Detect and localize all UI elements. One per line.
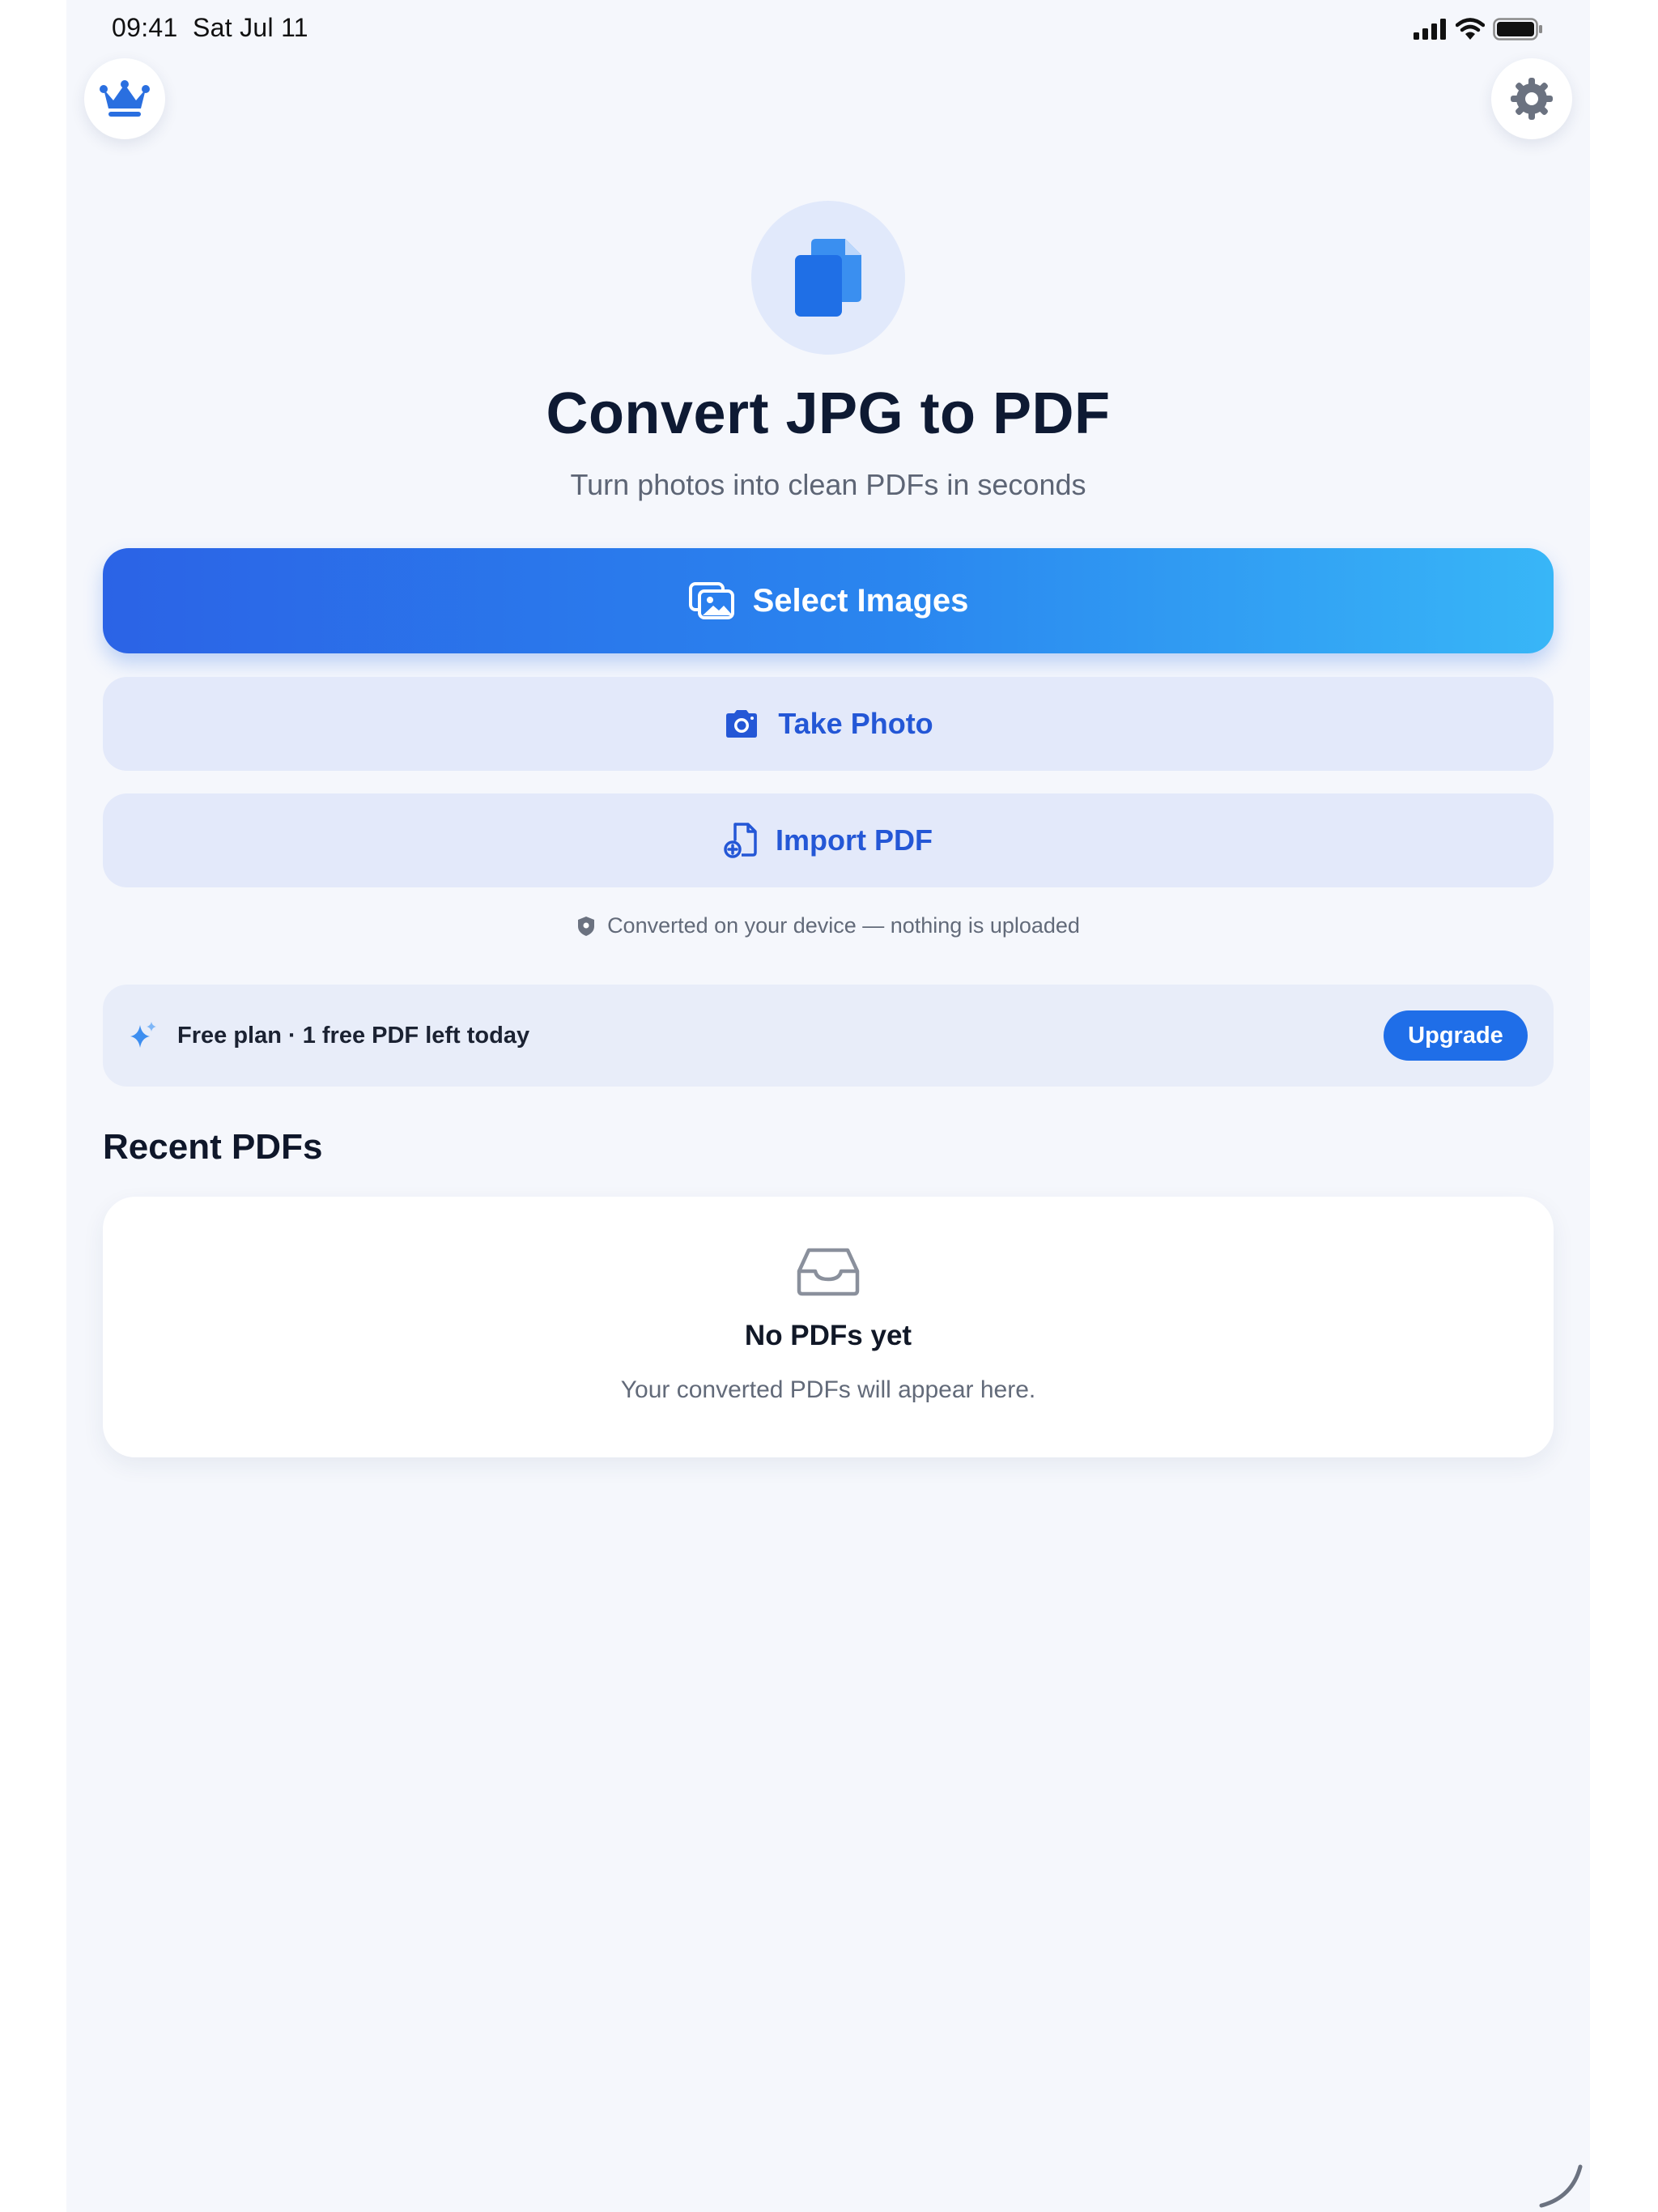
privacy-text: Converted on your device — nothing is up…	[607, 913, 1080, 938]
privacy-note: Converted on your device — nothing is up…	[66, 913, 1590, 938]
status-time: 09:41	[112, 13, 178, 42]
plan-text: Free plan · 1 free PDF left today	[177, 1022, 530, 1049]
plan-banner: Free plan · 1 free PDF left today Upgrad…	[103, 985, 1554, 1087]
import-pdf-button[interactable]: Import PDF	[103, 793, 1554, 887]
status-date: Sat Jul 11	[192, 13, 308, 42]
select-images-label: Select Images	[752, 582, 969, 619]
app-screen: 09:41 Sat Jul 11 Convert JPG to PDF Turn…	[66, 0, 1590, 2212]
sparkles-icon	[130, 1022, 156, 1048]
photos-icon	[688, 582, 734, 619]
documents-icon	[795, 239, 861, 317]
wifi-icon	[1456, 18, 1485, 40]
settings-button[interactable]	[1491, 58, 1572, 139]
hero-icon-circle	[751, 201, 905, 355]
recent-pdfs-title: Recent PDFs	[103, 1127, 323, 1167]
status-bar-indicators	[1414, 15, 1543, 44]
camera-icon	[726, 710, 758, 738]
page-title: Convert JPG to PDF	[546, 381, 1111, 446]
empty-state-subtitle: Your converted PDFs will appear here.	[620, 1376, 1036, 1403]
crown-icon	[100, 80, 150, 117]
upgrade-button[interactable]: Upgrade	[1384, 1010, 1528, 1061]
shield-icon	[578, 916, 595, 936]
battery-icon	[1493, 18, 1542, 40]
empty-state-title: No PDFs yet	[744, 1320, 912, 1351]
status-bar-clock: 09:41 Sat Jul 11	[112, 13, 308, 43]
premium-button[interactable]	[84, 58, 165, 139]
import-pdf-label: Import PDF	[776, 823, 933, 857]
recent-pdfs-empty-state: No PDFs yet Your converted PDFs will app…	[103, 1197, 1554, 1457]
take-photo-label: Take Photo	[778, 707, 933, 740]
cellular-signal-icon	[1414, 19, 1446, 40]
page-subtitle: Turn photos into clean PDFs in seconds	[570, 468, 1086, 501]
take-photo-button[interactable]: Take Photo	[103, 677, 1554, 771]
gear-icon	[1511, 78, 1553, 120]
select-images-button[interactable]: Select Images	[103, 548, 1554, 653]
resize-handle-icon[interactable]	[1537, 2162, 1585, 2210]
document-add-icon	[724, 823, 757, 858]
tray-icon	[797, 1248, 860, 1296]
